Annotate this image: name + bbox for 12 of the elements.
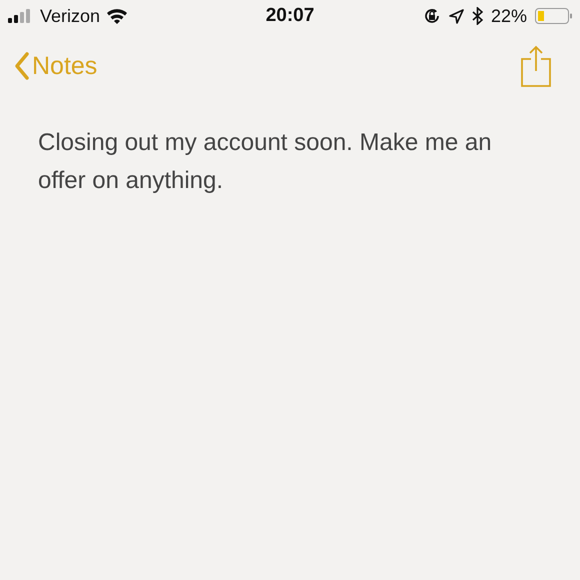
share-icon[interactable] xyxy=(520,45,552,87)
wifi-icon xyxy=(106,8,128,24)
carrier-name: Verizon xyxy=(40,6,100,26)
battery-percent: 22% xyxy=(490,6,528,26)
bluetooth-icon xyxy=(472,7,483,25)
battery-icon xyxy=(535,8,572,24)
chevron-left-icon xyxy=(14,51,30,81)
location-icon xyxy=(448,8,464,24)
clock-time: 20:07 xyxy=(266,5,314,27)
back-button[interactable]: Notes xyxy=(14,51,98,81)
note-text: Closing out my account soon. Make me an offer on anything. xyxy=(37,128,493,196)
rotation-lock-icon xyxy=(422,7,441,25)
